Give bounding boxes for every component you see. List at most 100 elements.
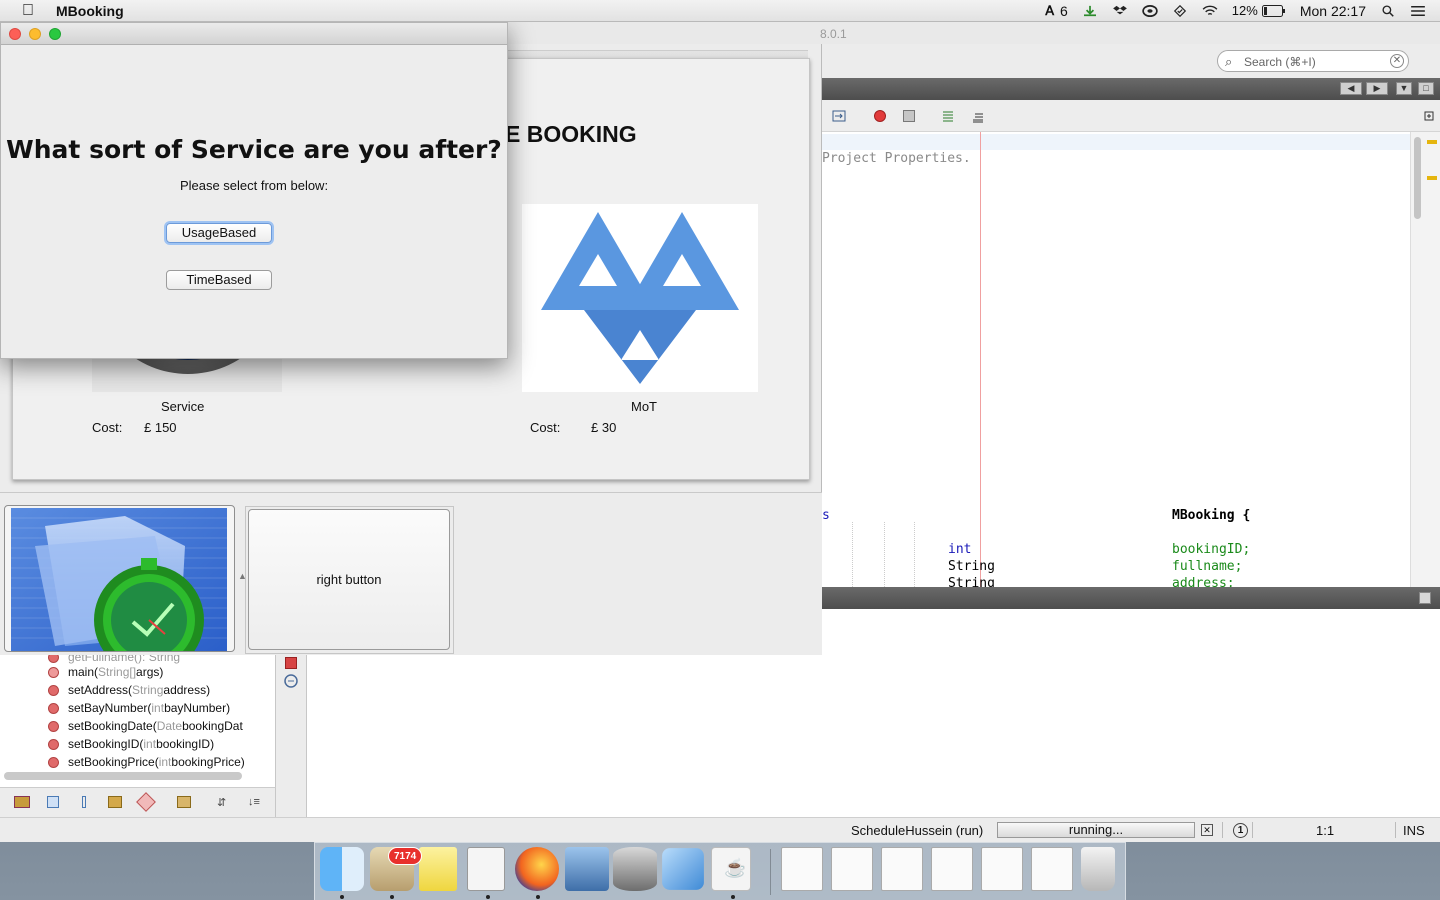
sync-icon[interactable] bbox=[1172, 4, 1188, 17]
menu-bar-extras: 𝖠 6 12% Mon 22:17 bbox=[1031, 3, 1440, 19]
download-icon[interactable] bbox=[1082, 5, 1098, 17]
tab-list-icon[interactable]: ▼ bbox=[1396, 82, 1412, 95]
uncomment-icon[interactable] bbox=[971, 109, 985, 123]
java-icon[interactable]: ☕ bbox=[711, 847, 751, 891]
run-progress-bar[interactable]: running... bbox=[997, 822, 1195, 838]
minimized-window-thumbnail[interactable] bbox=[1031, 847, 1073, 891]
wifi-icon[interactable] bbox=[1202, 5, 1218, 17]
code-line: String bbox=[948, 559, 995, 574]
maximize-editor-icon[interactable]: □ bbox=[1418, 82, 1434, 95]
navigator-item[interactable]: setBookingDate(Date bookingDat bbox=[48, 717, 243, 735]
running-process-name[interactable]: ScheduleHussein (run) bbox=[851, 823, 983, 838]
shift-line-icon[interactable] bbox=[832, 109, 846, 123]
navigator-horizontal-scrollbar[interactable] bbox=[4, 772, 242, 780]
error-stripe-mark[interactable] bbox=[1427, 176, 1437, 180]
output-side-toolbar bbox=[276, 655, 306, 817]
spotlight-icon[interactable] bbox=[1380, 4, 1396, 17]
show-local-classes-icon[interactable] bbox=[136, 792, 156, 812]
service-label: Service bbox=[161, 399, 205, 414]
dropbox-icon[interactable] bbox=[1112, 5, 1128, 17]
code-editor[interactable]: Project Properties. s MBooking { int boo… bbox=[822, 132, 1410, 587]
tab-scroll-left-icon[interactable]: ◀ bbox=[1340, 82, 1362, 95]
minimized-window-thumbnail[interactable] bbox=[781, 847, 823, 891]
dock-separator bbox=[770, 849, 771, 895]
minimized-window-thumbnail[interactable] bbox=[931, 847, 973, 891]
mot-image[interactable] bbox=[522, 204, 758, 392]
clear-search-icon[interactable]: ✕ bbox=[1390, 54, 1404, 68]
creative-cloud-icon[interactable] bbox=[1142, 4, 1158, 17]
show-non-public-icon[interactable] bbox=[108, 796, 122, 808]
expand-toolbar-icon[interactable] bbox=[1422, 109, 1436, 123]
indent-guide bbox=[852, 522, 853, 587]
trash-icon[interactable] bbox=[1081, 847, 1115, 891]
error-stripe-mark[interactable] bbox=[1427, 140, 1437, 144]
sort-by-name-icon[interactable]: ⇵ bbox=[217, 796, 226, 809]
ide-version-fragment: 8.0.1 bbox=[820, 27, 847, 41]
mot-cost-label: Cost: bbox=[530, 420, 561, 435]
zoom-window-icon[interactable] bbox=[49, 28, 61, 40]
notes-icon[interactable] bbox=[419, 847, 457, 891]
minimized-window-thumbnail[interactable] bbox=[831, 847, 873, 891]
ide-status-bar: ScheduleHussein (run) running... ✕ 1 1:1… bbox=[0, 817, 1440, 842]
code-line: address; bbox=[1172, 576, 1235, 587]
code-line: fullname; bbox=[1172, 559, 1243, 574]
schedule-folder-button[interactable] bbox=[4, 505, 235, 652]
scrollbar-thumb[interactable] bbox=[1414, 137, 1421, 219]
fqn-icon[interactable] bbox=[177, 796, 191, 808]
time-based-button[interactable]: TimeBased bbox=[166, 270, 272, 290]
minimized-window-thumbnail[interactable] bbox=[881, 847, 923, 891]
show-fields-icon[interactable] bbox=[47, 796, 59, 808]
app-menu-name[interactable]: MBooking bbox=[56, 3, 124, 19]
notification-center-icon[interactable] bbox=[1410, 5, 1426, 17]
divider bbox=[1222, 822, 1223, 838]
cancel-process-icon[interactable]: ✕ bbox=[1201, 824, 1213, 836]
stop-run-icon[interactable] bbox=[285, 657, 297, 669]
indent-guide bbox=[914, 522, 915, 587]
notifications-icon[interactable]: 1 bbox=[1233, 823, 1248, 838]
stop-macro-icon[interactable] bbox=[902, 109, 916, 123]
battery-icon[interactable] bbox=[1261, 4, 1286, 17]
menu-bar:  MBooking 𝖠 6 12% Mon 22:17 bbox=[0, 0, 1440, 22]
navigator-item[interactable]: setAddress(String address) bbox=[48, 681, 210, 699]
navigator-item[interactable]: main(String[] args) bbox=[48, 663, 163, 681]
dialog-heading: What sort of Service are you after? bbox=[6, 135, 502, 164]
ide-search-input[interactable]: ⌕ Search (⌘+I) ✕ bbox=[1217, 50, 1409, 72]
text-document-icon[interactable] bbox=[467, 847, 505, 891]
navigator-item[interactable]: setBookingPrice(int bookingPrice) bbox=[48, 753, 245, 771]
running-indicator bbox=[731, 895, 735, 899]
clock[interactable]: Mon 22:17 bbox=[1300, 3, 1366, 19]
insert-mode[interactable]: INS bbox=[1403, 823, 1425, 838]
preview-icon[interactable] bbox=[565, 847, 609, 891]
right-margin-line bbox=[980, 132, 981, 587]
minimized-window-thumbnail[interactable] bbox=[981, 847, 1023, 891]
firefox-icon[interactable] bbox=[515, 847, 559, 891]
apple-menu-icon[interactable]:  bbox=[0, 2, 56, 20]
navigator-filter-toolbar: ⇵ ↓≡ bbox=[0, 787, 276, 817]
battery-percent[interactable]: 12% bbox=[1232, 3, 1258, 18]
tab-scroll-right-icon[interactable]: ▶ bbox=[1366, 82, 1388, 95]
close-window-icon[interactable] bbox=[9, 28, 21, 40]
minimize-output-icon[interactable] bbox=[1419, 592, 1431, 604]
right-button[interactable]: right button bbox=[248, 509, 450, 650]
navigator-item[interactable]: setBayNumber(int bayNumber) bbox=[48, 699, 230, 717]
show-inherited-icon[interactable] bbox=[14, 796, 30, 808]
navigator-item[interactable]: setBookingID(int bookingID) bbox=[48, 735, 214, 753]
comment-icon[interactable] bbox=[941, 109, 955, 123]
record-macro-icon[interactable] bbox=[873, 109, 887, 123]
adobe-status-icon[interactable]: 𝖠 6 bbox=[1045, 3, 1068, 19]
minimize-window-icon[interactable] bbox=[29, 28, 41, 40]
finder-icon[interactable] bbox=[320, 847, 364, 891]
mot-label: MoT bbox=[631, 399, 657, 414]
editor-scrollbar[interactable] bbox=[1410, 132, 1440, 587]
show-static-icon[interactable] bbox=[82, 796, 86, 808]
database-icon[interactable] bbox=[613, 847, 657, 891]
code-line: Project Properties. bbox=[822, 151, 971, 166]
editor-toolbar bbox=[822, 100, 1440, 132]
virtualbox-icon[interactable] bbox=[662, 848, 704, 890]
dialog-title-bar[interactable] bbox=[1, 23, 507, 45]
rerun-icon[interactable] bbox=[283, 673, 299, 689]
sort-by-source-icon[interactable]: ↓≡ bbox=[248, 796, 260, 808]
usage-based-button[interactable]: UsageBased bbox=[166, 223, 272, 243]
caret-position: 1:1 bbox=[1316, 823, 1335, 838]
divider bbox=[1252, 822, 1253, 838]
